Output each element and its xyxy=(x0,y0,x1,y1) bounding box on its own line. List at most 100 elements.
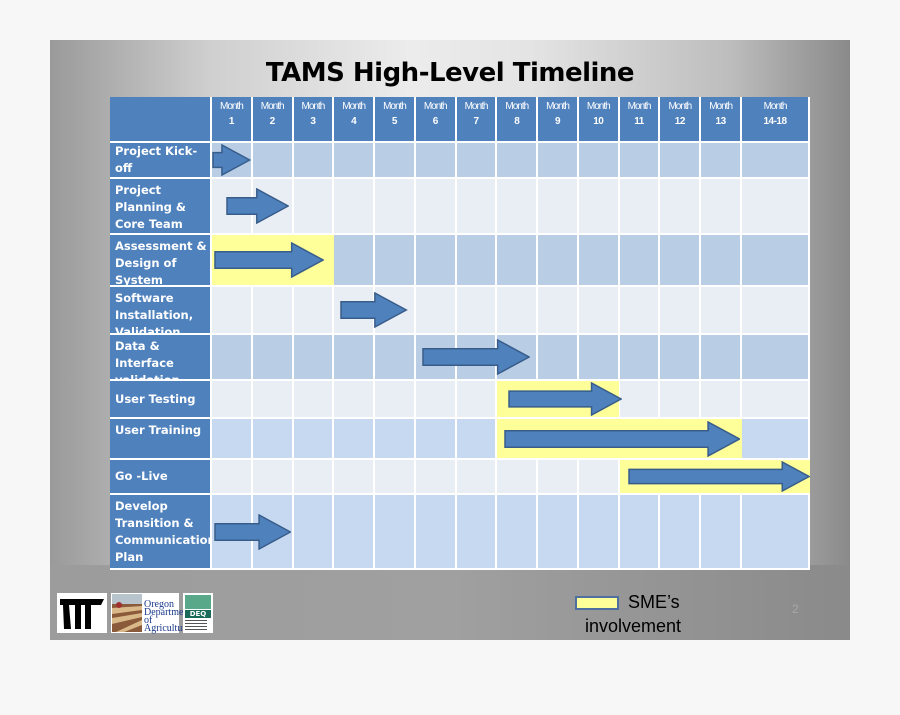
timeline-cell xyxy=(660,235,702,287)
timeline-cell xyxy=(415,419,457,460)
month-header-number: 2 xyxy=(269,116,276,127)
timeline-cell xyxy=(334,419,376,460)
month-header-number: 13 xyxy=(715,116,727,127)
timeline-arrow xyxy=(422,339,530,375)
task-label: Data & Interface validation xyxy=(110,335,212,387)
timeline-cell xyxy=(619,495,661,570)
month-header-number: 10 xyxy=(593,116,604,127)
timeline-cell xyxy=(252,460,294,495)
timeline-cell xyxy=(334,381,376,419)
timeline-cell xyxy=(334,335,376,381)
timeline-cell xyxy=(456,381,498,419)
timeline-cell xyxy=(660,381,702,419)
slide: TAMS High-Level Timeline Month 1 Month 2 Mon… xyxy=(50,40,850,640)
month-header: Month 5 xyxy=(375,97,416,143)
odot-logo xyxy=(57,593,107,633)
task-label: Project Planning & Core Team Training xyxy=(110,179,212,248)
timeline-cell xyxy=(375,179,416,235)
timeline-cell xyxy=(293,419,335,460)
month-header-number: 4 xyxy=(351,116,357,127)
month-header-label: Month xyxy=(586,101,611,112)
task-label: Project Kick-off xyxy=(110,143,212,179)
month-header: Month 4 xyxy=(334,97,376,143)
timeline-cell xyxy=(538,287,579,335)
month-header-number: 1 xyxy=(228,116,235,127)
timeline-cell xyxy=(497,235,539,287)
timeline-cell xyxy=(538,235,579,287)
month-header: Month 1 xyxy=(212,97,253,143)
month-header-label: Month xyxy=(709,101,733,112)
timeline-cell xyxy=(293,179,335,235)
timeline-cell xyxy=(375,335,416,381)
timeline-cell xyxy=(701,287,742,335)
timeline-cell xyxy=(375,381,416,419)
task-label: Develop Transition & Communication Plan xyxy=(110,495,216,570)
timeline-cell xyxy=(375,495,416,570)
timeline-cell xyxy=(497,287,539,335)
timeline-cell xyxy=(578,335,620,381)
timeline-cell xyxy=(252,335,294,381)
timeline-cell xyxy=(578,143,620,179)
timeline-cell xyxy=(456,460,498,495)
timeline-cell xyxy=(701,235,742,287)
task-label: User Testing xyxy=(110,381,212,419)
month-header-number: 3 xyxy=(310,116,316,127)
farm-field-icon xyxy=(112,594,142,632)
legend-label-line2: involvement xyxy=(585,616,682,636)
timeline-cell xyxy=(293,381,335,419)
timeline-cell xyxy=(701,143,742,179)
month-header: Month 6 xyxy=(415,97,457,143)
timeline-cell xyxy=(334,143,376,179)
month-header: Month 11 xyxy=(619,97,661,143)
month-header-label: Month xyxy=(627,101,652,112)
timeline-arrow xyxy=(214,242,325,278)
timeline-cell xyxy=(334,235,376,287)
timeline-cell xyxy=(742,179,810,235)
month-header: Month 12 xyxy=(660,97,702,143)
timeline-cell xyxy=(619,179,661,235)
timeline-cell xyxy=(375,460,416,495)
timeline-cell xyxy=(497,495,539,570)
deq-label: DEQ xyxy=(185,610,211,618)
timeline-cell xyxy=(415,179,457,235)
timeline-cell xyxy=(252,381,294,419)
task-label: Go -Live xyxy=(110,460,212,495)
month-header-label: Month xyxy=(464,101,489,112)
month-header: Month 7 xyxy=(456,97,498,143)
timeline-cell xyxy=(660,143,702,179)
timeline-cell xyxy=(578,460,620,495)
timeline-cell xyxy=(212,335,253,381)
timeline-cell xyxy=(742,381,810,419)
timeline-cell xyxy=(212,381,253,419)
slide-title: TAMS High-Level Timeline xyxy=(265,58,635,88)
month-header: Month 10 xyxy=(578,97,620,143)
timeline-cell xyxy=(415,381,457,419)
month-header: Month 14-18 xyxy=(742,97,810,143)
month-header: Month 13 xyxy=(701,97,742,143)
timeline-cell xyxy=(415,235,457,287)
timeline-cell xyxy=(375,419,416,460)
timeline-arrow xyxy=(340,292,408,328)
timeline-cell xyxy=(212,460,253,495)
timeline-cell xyxy=(293,335,335,381)
timeline-cell xyxy=(334,179,376,235)
timeline-cell xyxy=(538,460,579,495)
month-header-label: Month xyxy=(763,101,788,112)
timeline-cell xyxy=(334,460,376,495)
timeline-cell xyxy=(375,235,416,287)
timeline-cell xyxy=(660,179,702,235)
timeline-cell xyxy=(456,495,498,570)
task-label: Software Installation, Validation xyxy=(110,287,212,339)
timeline-cell xyxy=(497,460,539,495)
task-label: Assessment & Design of System xyxy=(110,235,212,287)
timeline-cell xyxy=(619,381,661,419)
month-header-number: 5 xyxy=(391,116,398,127)
timeline-cell xyxy=(619,287,661,335)
timeline-cell xyxy=(578,287,620,335)
timeline-cell xyxy=(701,495,742,570)
month-header-label: Month xyxy=(423,101,448,112)
timeline-cell xyxy=(415,460,457,495)
page-number: 2 xyxy=(792,602,799,616)
timeline-arrow xyxy=(214,513,292,550)
timeline-cell xyxy=(456,419,498,460)
